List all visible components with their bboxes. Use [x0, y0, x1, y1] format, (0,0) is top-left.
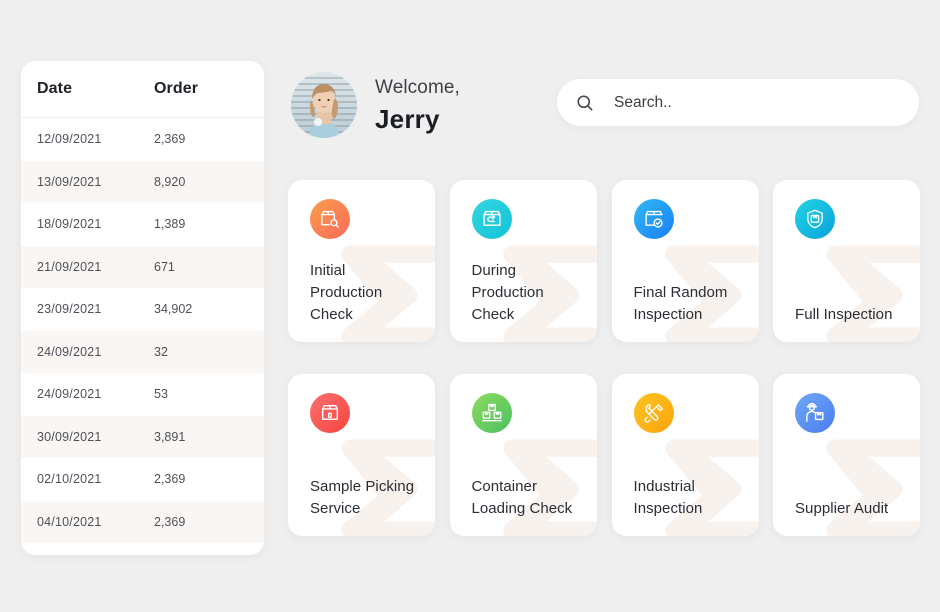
- box-arrow-icon: [482, 210, 501, 226]
- worker-box-icon-badge: [795, 393, 835, 433]
- cell-order: 2,369: [154, 472, 186, 487]
- sigma-watermark-icon: [826, 439, 920, 536]
- cell-order: 671: [154, 259, 175, 274]
- cell-date: 30/09/2021: [37, 429, 102, 444]
- cell-date: 12/09/2021: [37, 132, 102, 147]
- stacked-boxes-icon: [481, 403, 502, 422]
- service-card[interactable]: Full Inspection: [773, 180, 920, 342]
- table-row[interactable]: 04/10/2021 2,369: [21, 500, 264, 543]
- table-row[interactable]: 13/09/2021 8,920: [21, 160, 264, 203]
- service-card-title: Industrial Inspection: [633, 477, 703, 517]
- cell-order: 1,389: [154, 217, 186, 232]
- table-row[interactable]: 12/09/2021 2,369: [21, 118, 264, 161]
- orders-table-card: Date Order 12/09/2021 2,369 13/09/2021 8,92…: [21, 61, 264, 555]
- search-icon: [577, 94, 593, 110]
- stacked-boxes-icon-badge: [471, 393, 512, 433]
- box-open-icon: [321, 404, 339, 420]
- service-card[interactable]: Container Loading Check: [449, 374, 597, 536]
- cell-date: 02/10/2021: [37, 472, 102, 487]
- cell-date: 23/09/2021: [37, 302, 102, 317]
- worker-box-icon: [806, 402, 824, 422]
- box-check-icon-badge: [633, 199, 674, 239]
- box-open-icon-badge: [310, 393, 350, 433]
- table-row[interactable]: 30/09/2021 3,891: [21, 415, 264, 458]
- cell-date: 18/09/2021: [37, 217, 102, 232]
- search-bar[interactable]: [557, 79, 919, 126]
- service-card-title: Supplier Audit: [795, 499, 889, 517]
- table-row[interactable]: 24/09/2021 32: [21, 330, 264, 373]
- sigma-watermark-icon: [826, 245, 920, 342]
- cell-order: 34,902: [154, 302, 193, 317]
- welcome-block: Welcome, Jerry: [291, 72, 460, 138]
- table-row[interactable]: 02/10/2021 2,369: [21, 458, 264, 501]
- column-header-date: Date: [37, 80, 73, 97]
- cell-order: 8,920: [154, 174, 186, 189]
- wrench-screwdriver-icon: [644, 403, 663, 423]
- cell-order: 53: [154, 387, 168, 402]
- welcome-greeting: Welcome,: [375, 77, 460, 98]
- shield-box-icon: [807, 209, 823, 229]
- box-magnifier-icon: [321, 210, 339, 228]
- table-row[interactable]: 21/09/2021 671: [21, 245, 264, 288]
- box-arrow-icon-badge: [471, 199, 512, 239]
- wrench-screwdriver-icon-badge: [633, 393, 674, 433]
- welcome-text: Welcome, Jerry: [375, 78, 460, 132]
- column-header-order: Order: [154, 80, 199, 97]
- box-magnifier-icon-badge: [310, 199, 350, 239]
- table-body: 12/09/2021 2,369 13/09/2021 8,920 18/09/2021…: [21, 118, 264, 543]
- box-check-icon: [644, 210, 663, 228]
- cell-order: 3,891: [154, 429, 186, 444]
- service-card-title: Container Loading Check: [471, 477, 573, 517]
- service-card[interactable]: Sample Picking Service: [288, 374, 435, 536]
- cell-order: 2,369: [154, 514, 186, 529]
- table-header-row: Date Order: [21, 61, 264, 118]
- table-row[interactable]: 24/09/2021 53: [21, 373, 264, 416]
- dashboard-page: Date Order 12/09/2021 2,369 13/09/2021 8,92…: [0, 0, 940, 612]
- service-card-title: Final Random Inspection: [633, 283, 728, 323]
- cell-order: 2,369: [154, 132, 186, 147]
- cell-order: 32: [154, 344, 168, 359]
- avatar[interactable]: [291, 72, 357, 138]
- service-card[interactable]: During Production Check: [449, 180, 597, 342]
- cell-date: 21/09/2021: [37, 259, 102, 274]
- search-input[interactable]: [614, 93, 901, 112]
- cell-date: 13/09/2021: [37, 174, 102, 189]
- table-row[interactable]: 23/09/2021 34,902: [21, 288, 264, 331]
- service-card[interactable]: Initial Production Check: [288, 180, 435, 342]
- service-card-title: During Production Check: [471, 261, 544, 323]
- cell-date: 24/09/2021: [37, 387, 102, 402]
- service-card[interactable]: Final Random Inspection: [611, 180, 759, 342]
- table-row[interactable]: 18/09/2021 1,389: [21, 203, 264, 246]
- shield-box-icon-badge: [795, 199, 835, 239]
- service-card-title: Full Inspection: [795, 305, 893, 323]
- welcome-username: Jerry: [375, 104, 440, 134]
- cell-date: 24/09/2021: [37, 344, 102, 359]
- service-card-title: Initial Production Check: [310, 261, 383, 323]
- service-card[interactable]: Industrial Inspection: [611, 374, 759, 536]
- service-card[interactable]: Supplier Audit: [773, 374, 920, 536]
- user-avatar-photo-icon: [291, 72, 357, 138]
- service-card-title: Sample Picking Service: [310, 477, 415, 517]
- cell-date: 04/10/2021: [37, 514, 102, 529]
